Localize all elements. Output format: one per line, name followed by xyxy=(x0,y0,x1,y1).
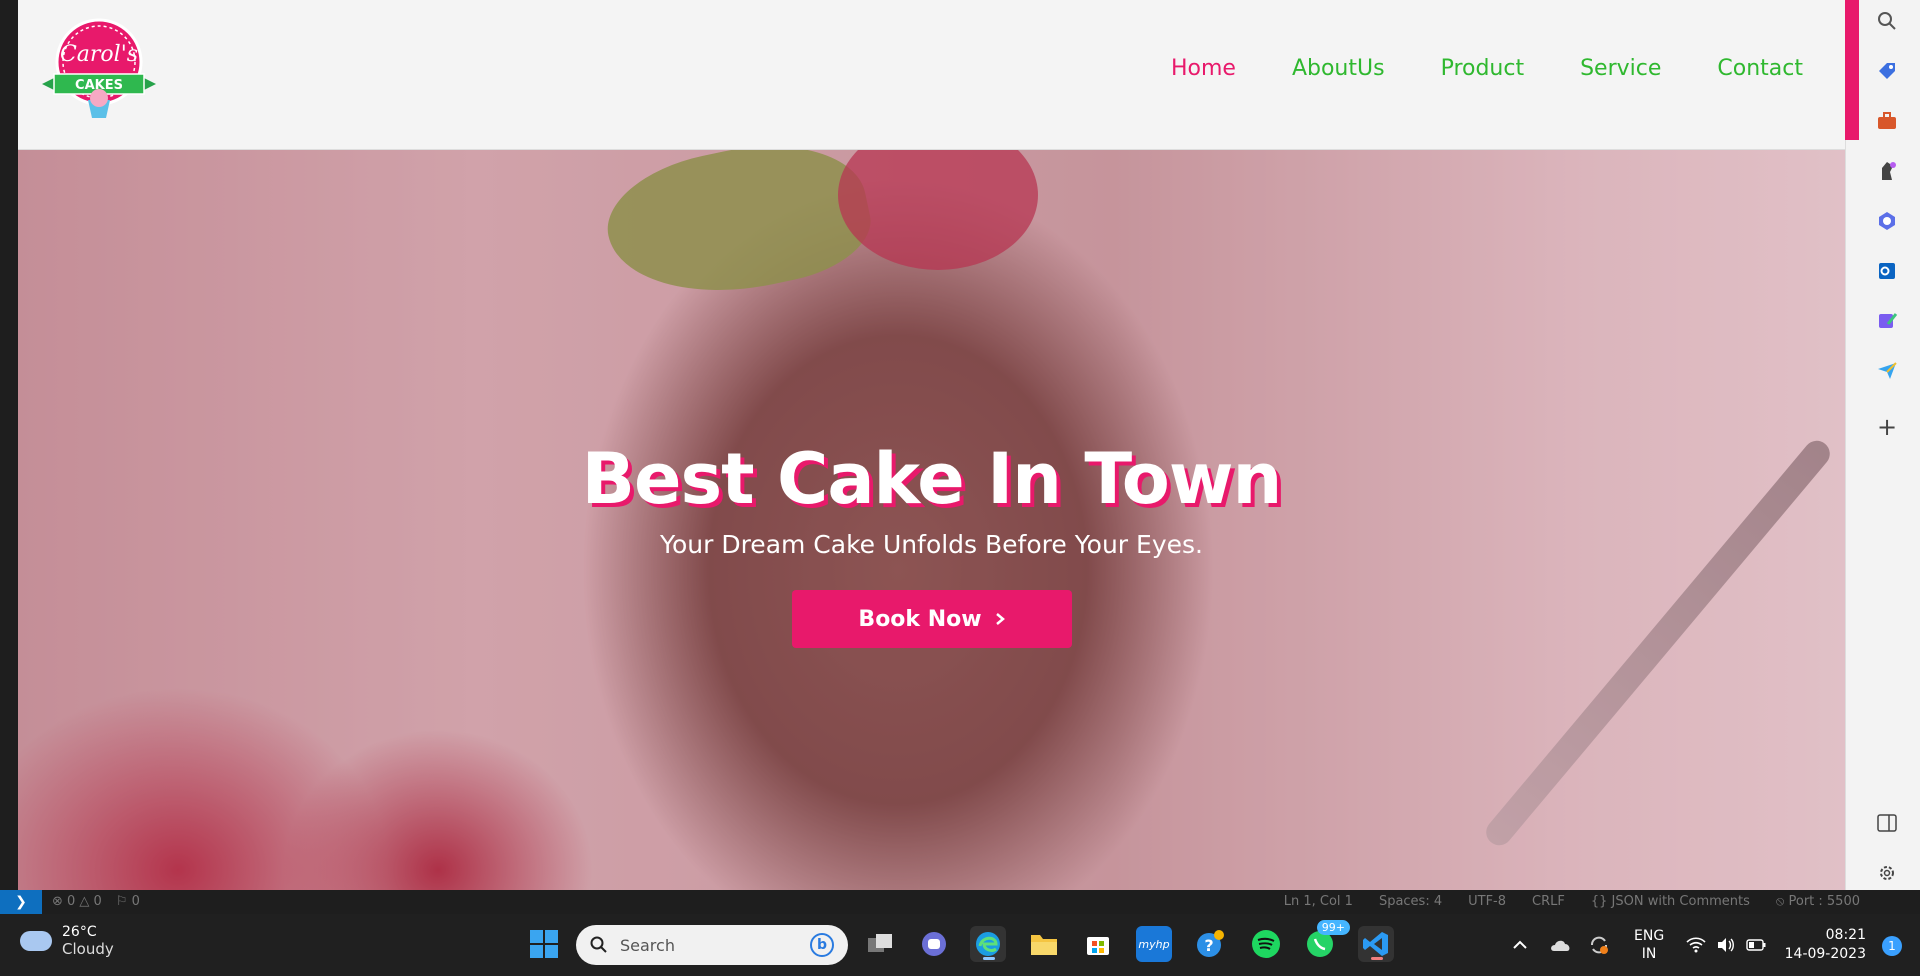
hero-title: Best Cake In Town xyxy=(581,438,1283,520)
whatsapp-icon[interactable]: 99+ xyxy=(1302,920,1350,962)
outlook-icon[interactable] xyxy=(1874,258,1900,284)
nav-contact[interactable]: Contact xyxy=(1689,56,1831,81)
clock[interactable]: 08:21 14-09-2023 xyxy=(1785,926,1866,964)
edge-icon[interactable] xyxy=(970,926,1006,962)
whatsapp-badge: 99+ xyxy=(1316,920,1350,935)
active-app-indicator xyxy=(1371,957,1383,960)
windows-taskbar: 26°C Cloudy Search b myhp ? 99+ ENG IN 0… xyxy=(0,914,1920,976)
nav-aboutus[interactable]: AboutUs xyxy=(1264,56,1413,81)
chess-icon[interactable] xyxy=(1874,158,1900,184)
tag-icon[interactable] xyxy=(1874,58,1900,84)
encoding[interactable]: UTF-8 xyxy=(1468,894,1506,909)
active-app-indicator xyxy=(983,957,995,960)
problems-count[interactable]: ⊗ 0 △ 0 xyxy=(52,894,102,909)
volume-icon xyxy=(1718,938,1734,952)
taskbar-search[interactable]: Search b xyxy=(576,925,848,965)
add-icon[interactable]: + xyxy=(1874,413,1900,441)
nav-home[interactable]: Home xyxy=(1143,56,1264,81)
send-icon[interactable] xyxy=(1874,358,1900,384)
ports-count[interactable]: ⚐ 0 xyxy=(116,894,140,909)
browser-page: Carol's CAKES Home AboutUs Product Servi… xyxy=(18,0,1845,900)
carols-cakes-logo[interactable]: Carol's CAKES xyxy=(40,16,158,124)
help-icon[interactable]: ? xyxy=(1192,926,1228,962)
chevron-right-icon xyxy=(994,607,1006,632)
clock-time: 08:21 xyxy=(1825,927,1866,943)
copilot-icon[interactable] xyxy=(1874,208,1900,234)
lang-primary: ENG xyxy=(1634,928,1665,944)
vscode-icon[interactable] xyxy=(1358,926,1394,962)
nav-product[interactable]: Product xyxy=(1413,56,1553,81)
search-icon xyxy=(590,936,607,953)
live-server-port[interactable]: ⦸ Port : 5500 xyxy=(1776,894,1860,909)
wifi-icon xyxy=(1686,937,1706,953)
spotify-icon[interactable] xyxy=(1248,926,1284,962)
search-placeholder: Search xyxy=(620,935,675,955)
language-mode[interactable]: {} JSON with Comments xyxy=(1591,894,1750,909)
book-now-button[interactable]: Book Now xyxy=(792,590,1072,648)
quick-settings[interactable] xyxy=(1686,914,1766,976)
lang-region: IN xyxy=(1641,946,1657,962)
settings-icon[interactable] xyxy=(1874,860,1900,886)
indentation[interactable]: Spaces: 4 xyxy=(1379,894,1442,909)
site-header: Carol's CAKES Home AboutUs Product Servi… xyxy=(18,0,1845,150)
task-view-icon[interactable] xyxy=(862,926,898,962)
weather-temp: 26°C xyxy=(62,924,97,940)
notification-badge[interactable]: 1 xyxy=(1882,936,1902,956)
language-indicator[interactable]: ENG IN xyxy=(1634,914,1664,976)
start-icon[interactable] xyxy=(526,926,562,962)
weather-desc: Cloudy xyxy=(62,940,114,958)
split-screen-icon[interactable] xyxy=(1874,810,1900,836)
cloud-icon xyxy=(20,931,52,951)
file-explorer-icon[interactable] xyxy=(1026,926,1062,962)
hero-overlay xyxy=(18,150,1845,900)
page-scrollbar[interactable] xyxy=(1845,0,1859,140)
nav-service[interactable]: Service xyxy=(1552,56,1689,81)
remote-indicator-icon[interactable]: ❯ xyxy=(0,890,42,914)
sync-icon[interactable] xyxy=(1588,914,1610,976)
hero-banner: Best Cake In Town Your Dream Cake Unfold… xyxy=(18,150,1845,900)
svg-text:?: ? xyxy=(1204,936,1213,955)
vscode-status-bar: ❯ ⊗ 0 △ 0 ⚐ 0 Ln 1, Col 1 Spaces: 4 UTF-… xyxy=(0,890,1920,914)
search-icon[interactable] xyxy=(1874,8,1900,34)
onedrive-icon[interactable] xyxy=(1550,914,1572,976)
line-ending[interactable]: CRLF xyxy=(1532,894,1565,909)
bing-icon[interactable]: b xyxy=(810,933,834,957)
briefcase-icon[interactable] xyxy=(1874,108,1900,134)
show-hidden-icons[interactable] xyxy=(1512,914,1528,976)
teams-icon[interactable] xyxy=(916,926,952,962)
myhp-icon[interactable]: myhp xyxy=(1136,926,1172,962)
store-icon[interactable] xyxy=(1080,926,1116,962)
cursor-position[interactable]: Ln 1, Col 1 xyxy=(1284,894,1353,909)
hero-subtitle: Your Dream Cake Unfolds Before Your Eyes… xyxy=(660,530,1203,559)
designer-icon[interactable] xyxy=(1874,308,1900,334)
battery-icon xyxy=(1746,939,1766,951)
weather-widget[interactable]: 26°C Cloudy xyxy=(20,924,114,958)
main-nav: Home AboutUs Product Service Contact xyxy=(1143,56,1831,81)
clock-date: 14-09-2023 xyxy=(1784,946,1866,962)
book-now-label: Book Now xyxy=(858,606,982,632)
svg-text:Carol's: Carol's xyxy=(60,42,138,67)
